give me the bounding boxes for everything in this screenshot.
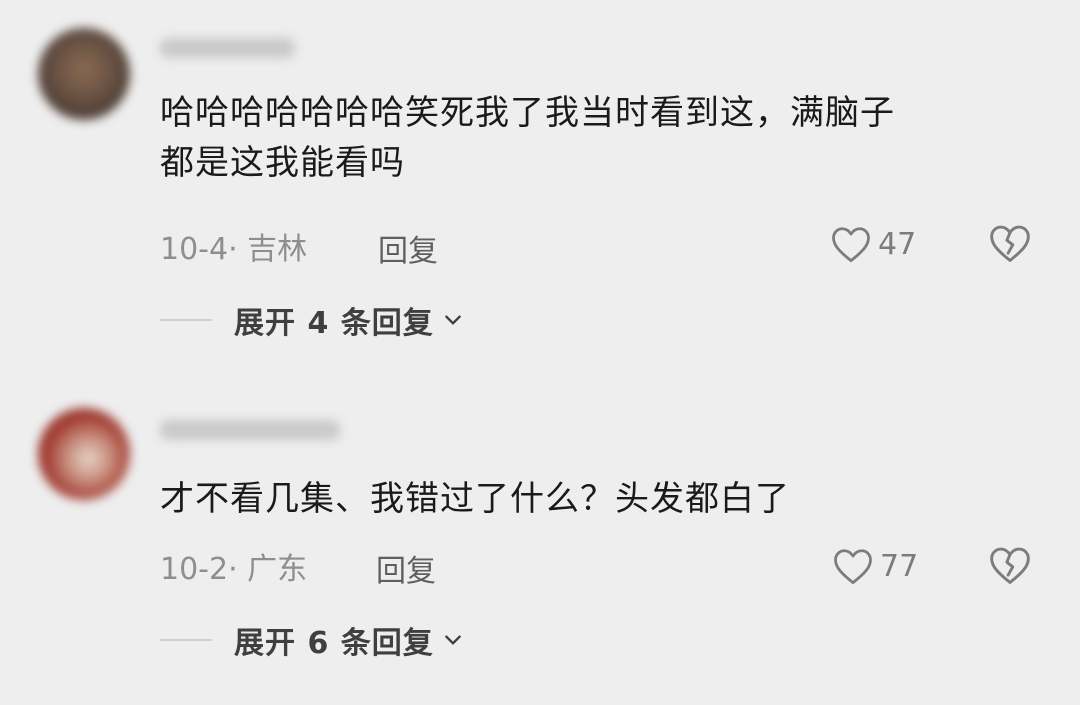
heart-outline-icon	[834, 549, 872, 585]
comment-meta: 10-2· 广东	[160, 546, 308, 587]
reply-button[interactable]: 回复	[378, 226, 438, 270]
broken-heart-icon	[990, 547, 1030, 584]
expand-replies-button[interactable]: 展开 4 条回复	[160, 300, 464, 341]
chevron-down-icon	[444, 635, 461, 645]
chevron-down-icon	[444, 315, 461, 325]
like-count: 77	[880, 548, 919, 584]
expand-replies-button[interactable]: 展开 6 条回复	[160, 620, 464, 661]
dislike-button[interactable]	[988, 544, 1032, 590]
broken-heart-icon	[990, 225, 1030, 262]
like-count: 47	[878, 226, 917, 262]
like-button[interactable]: 47	[830, 224, 916, 264]
expand-replies-label: 展开 4 条回复	[234, 306, 434, 341]
comment-text: 才不看几集、我错过了什么？头发都白了	[160, 474, 1040, 524]
comment-text-line: 才不看几集、我错过了什么？头发都白了	[160, 479, 790, 519]
expand-replies-label: 展开 6 条回复	[234, 626, 434, 661]
comment-text: 哈哈哈哈哈哈哈笑死我了我当时看到这，满脑子 都是这我能看吗	[160, 88, 1040, 188]
like-button[interactable]: 77	[832, 546, 918, 586]
heart-outline-icon	[832, 227, 870, 263]
reply-button[interactable]: 回复	[376, 546, 436, 590]
divider-line	[160, 639, 212, 641]
avatar[interactable]	[38, 28, 130, 120]
username-blurred[interactable]	[160, 38, 295, 58]
date-location: 10-2· 广东	[160, 552, 308, 587]
comment-item: 哈哈哈哈哈哈哈笑死我了我当时看到这，满脑子 都是这我能看吗 10-4· 吉林 回…	[0, 0, 1080, 360]
comment-text-line: 都是这我能看吗	[160, 143, 405, 183]
date-location: 10-4· 吉林	[160, 232, 308, 267]
comment-item: 才不看几集、我错过了什么？头发都白了 10-2· 广东 回复 77 展开 6 条…	[0, 360, 1080, 705]
comment-text-line: 哈哈哈哈哈哈哈笑死我了我当时看到这，满脑子	[160, 93, 895, 133]
avatar[interactable]	[38, 408, 130, 500]
divider-line	[160, 319, 212, 321]
comment-meta: 10-4· 吉林	[160, 226, 308, 267]
dislike-button[interactable]	[988, 222, 1032, 268]
username-blurred[interactable]	[160, 420, 340, 440]
